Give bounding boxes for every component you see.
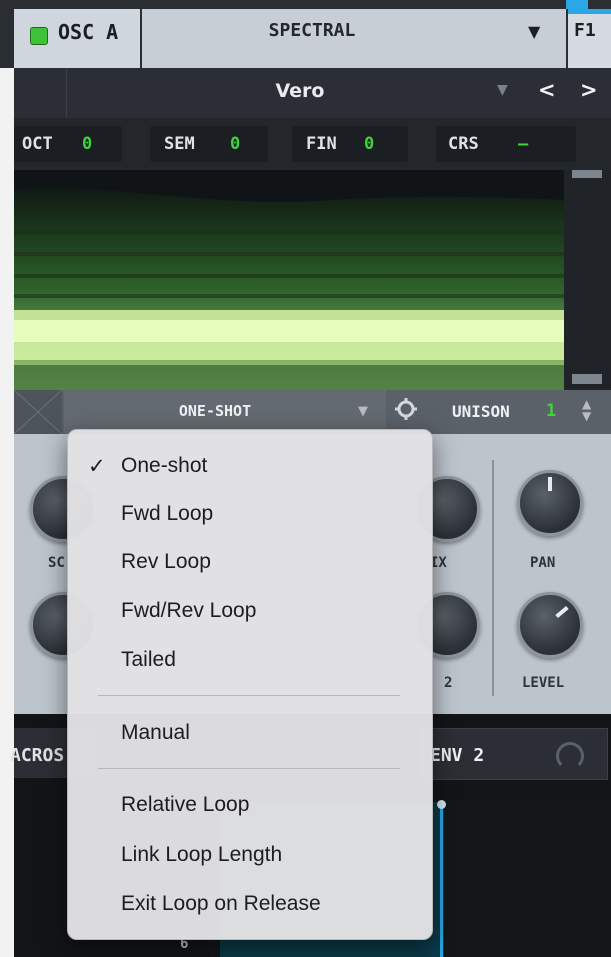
unison-label: UNISON (452, 402, 510, 421)
knob-pointer (555, 605, 569, 619)
warp-mode-value: SPECTRAL (268, 20, 356, 41)
level-knob[interactable] (517, 592, 583, 658)
gear-icon[interactable] (394, 397, 418, 421)
disabled-icon (13, 389, 63, 435)
menu-item-fwd-rev-loop[interactable]: Fwd/Rev Loop (121, 599, 256, 623)
env-2-label: ENV 2 (430, 745, 485, 766)
slider-handle[interactable] (572, 374, 602, 384)
pan-knob[interactable] (517, 470, 583, 536)
menu-item-one-shot[interactable]: One-shot (121, 454, 207, 478)
divider (66, 68, 67, 118)
envelope-node[interactable] (437, 800, 446, 809)
sem-label: SEM (164, 134, 195, 154)
wavetable-position-slider[interactable] (564, 170, 611, 390)
envelope-line (440, 802, 443, 957)
filter-indicator (566, 0, 588, 9)
next-wavetable-button[interactable]: > (580, 78, 598, 102)
prev-wavetable-button[interactable]: < (538, 78, 556, 102)
menu-item-tailed[interactable]: Tailed (121, 648, 176, 672)
oct-value[interactable]: 0 (82, 134, 92, 154)
stepper-down-icon[interactable]: ▼ (582, 410, 591, 422)
knob-pointer (548, 477, 552, 491)
menu-separator (98, 695, 400, 696)
checkmark-icon: ✓ (88, 454, 106, 478)
filter-indicator-bar (568, 9, 611, 14)
scan-knob-label: SC (48, 555, 65, 571)
menu-item-manual[interactable]: Manual (121, 721, 190, 745)
level-knob-label: LEVEL (522, 675, 565, 691)
osc-a-label: OSC A (58, 20, 119, 44)
chevron-down-icon[interactable]: ▼ (358, 404, 368, 419)
wavetable-dropdown-icon[interactable]: ▼ (497, 82, 508, 98)
wavetable-name[interactable]: Vero (240, 80, 360, 102)
macros-tab-label: ACROS (10, 745, 65, 766)
crs-label: CRS (448, 134, 479, 154)
spectral-wavetable-graphic (14, 187, 564, 390)
wavetable-display[interactable] (14, 170, 564, 390)
chevron-down-icon[interactable]: ▼ (528, 22, 540, 41)
menu-item-link-loop-length[interactable]: Link Loop Length (121, 843, 282, 867)
menu-item-relative-loop[interactable]: Relative Loop (121, 793, 249, 817)
osc-enable-led[interactable] (30, 27, 48, 45)
slider-top-marker[interactable] (572, 170, 602, 178)
pan-knob-label: PAN (530, 555, 556, 571)
loop-mode-menu: ✓ One-shot Fwd Loop Rev Loop Fwd/Rev Loo… (67, 429, 433, 940)
menu-item-exit-loop-on-release[interactable]: Exit Loop on Release (121, 892, 321, 916)
loop-mode-value: ONE-SHOT (178, 402, 252, 420)
sem-value[interactable]: 0 (230, 134, 240, 154)
fin-label: FIN (306, 134, 337, 154)
drag-modulation-icon[interactable] (556, 742, 584, 770)
filter-1-label: F1 (574, 20, 596, 41)
unison-stepper[interactable]: ▲ ▼ (582, 398, 591, 422)
menu-item-rev-loop[interactable]: Rev Loop (121, 550, 211, 574)
unison-value[interactable]: 1 (546, 401, 556, 421)
window-edge (0, 0, 14, 957)
divider (492, 460, 494, 696)
crs-value[interactable]: – (518, 134, 528, 154)
lower-middle-knob-label: 2 (444, 675, 453, 691)
oct-label: OCT (22, 134, 53, 154)
fin-value[interactable]: 0 (364, 134, 374, 154)
menu-separator (98, 768, 400, 769)
menu-item-fwd-loop[interactable]: Fwd Loop (121, 502, 213, 526)
